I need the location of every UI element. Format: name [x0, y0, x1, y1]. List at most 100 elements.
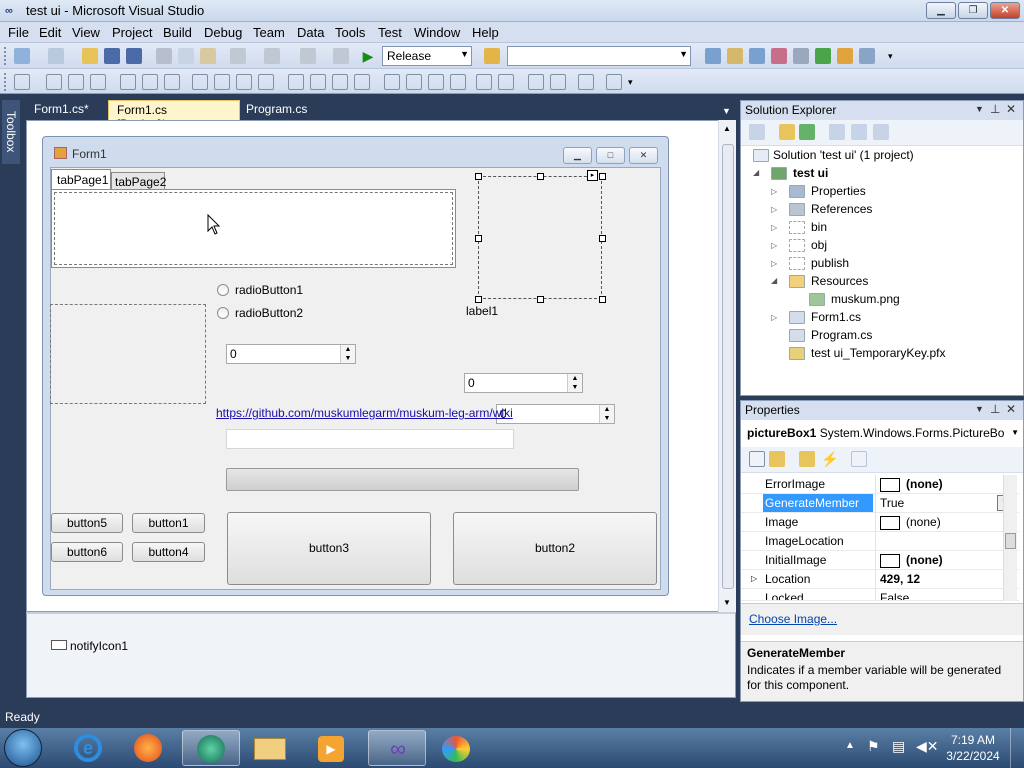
collapsed-arrow-icon[interactable]: ▷ [771, 223, 777, 232]
notify-icon-component[interactable]: notifyIcon1 [70, 639, 128, 653]
toolbar-overflow-icon[interactable]: ▾ [888, 48, 896, 64]
media-center-icon[interactable] [182, 730, 240, 766]
save-icon[interactable] [104, 48, 120, 64]
link-label[interactable]: https://github.com/muskumlegarm/muskum-l… [216, 406, 513, 420]
toolbar-grip[interactable] [4, 47, 7, 65]
button-2[interactable]: button2 [453, 512, 657, 585]
make-same-width-icon[interactable] [192, 74, 208, 90]
make-same-size-icon[interactable] [236, 74, 252, 90]
increase-horizontal-spacing-icon[interactable] [310, 74, 326, 90]
new-project-icon[interactable] [14, 48, 30, 64]
panel-dropdown-icon[interactable]: ▼ [975, 104, 984, 114]
undo-icon[interactable] [230, 48, 246, 64]
show-desktop-button[interactable] [1010, 728, 1024, 768]
align-rights-icon[interactable] [90, 74, 106, 90]
center-vertically-icon[interactable] [498, 74, 514, 90]
expanded-arrow-icon[interactable]: ◢ [753, 168, 759, 177]
command-window-icon[interactable] [859, 48, 875, 64]
show-hidden-icons-icon[interactable]: ▲ [845, 740, 855, 751]
tab-page-1[interactable]: tabPage1 [51, 169, 111, 190]
resize-handle[interactable] [537, 296, 544, 303]
align-middles-icon[interactable] [142, 74, 158, 90]
prop-row[interactable]: ErrorImage (none) [741, 475, 1019, 494]
radio-button-1[interactable] [217, 284, 229, 296]
tools-icon[interactable] [793, 48, 809, 64]
picture-box-1[interactable] [478, 176, 602, 299]
button-5[interactable]: button5 [51, 513, 123, 533]
properties-scrollbar[interactable] [1003, 475, 1017, 601]
decrease-vertical-spacing-icon[interactable] [428, 74, 444, 90]
tab-page-2[interactable]: tabPage2 [111, 172, 166, 190]
button-1[interactable]: button1 [132, 513, 205, 533]
text-box[interactable] [226, 429, 514, 449]
menu-help[interactable]: Help [472, 25, 499, 40]
spinner-arrows-icon[interactable]: ▲ ▼ [340, 345, 355, 363]
add-item-icon[interactable] [48, 48, 64, 64]
menu-team[interactable]: Team [253, 25, 285, 40]
firefox-icon[interactable] [120, 730, 178, 766]
view-designer-icon[interactable] [851, 124, 867, 140]
navigate-forward-icon[interactable] [333, 48, 349, 64]
menu-build[interactable]: Build [163, 25, 192, 40]
scroll-thumb[interactable] [722, 144, 734, 589]
form-minimize-button[interactable]: ▁ [563, 147, 592, 164]
maximize-button[interactable]: ❐ [958, 2, 988, 19]
remove-vertical-spacing-icon[interactable] [450, 74, 466, 90]
numeric-updown-1[interactable]: 0 ▲ ▼ [226, 344, 356, 364]
collapsed-arrow-icon[interactable]: ▷ [771, 241, 777, 250]
cut-icon[interactable] [156, 48, 172, 64]
find-in-files-icon[interactable] [484, 48, 500, 64]
property-pages-icon[interactable] [851, 451, 867, 467]
copy-icon[interactable] [178, 48, 194, 64]
volume-muted-icon[interactable]: ◀✕ [916, 738, 939, 755]
visual-studio-taskbar-icon[interactable]: ∞ [368, 730, 426, 766]
button-6[interactable]: button6 [51, 542, 123, 562]
internet-explorer-icon[interactable]: e [60, 730, 118, 766]
resize-handle[interactable] [475, 296, 482, 303]
tab-form1-design[interactable]: Form1.cs [Design]*✕ [108, 100, 240, 131]
open-folder-icon[interactable] [82, 48, 98, 64]
panel-close-icon[interactable]: ✕ [1006, 102, 1016, 116]
action-center-flag-icon[interactable]: ⚑ [867, 738, 880, 755]
panel-dropdown-icon[interactable]: ▼ [975, 404, 984, 414]
clock[interactable]: 7:19 AM 3/22/2024 [945, 732, 1001, 764]
scroll-thumb[interactable] [1005, 533, 1016, 549]
properties-window-icon[interactable] [727, 48, 743, 64]
tab-order-icon[interactable] [578, 74, 594, 90]
prop-row[interactable]: ImageLocation [741, 532, 1019, 551]
prop-row[interactable]: Image (none) [741, 513, 1019, 532]
expanded-arrow-icon[interactable]: ◢ [771, 276, 777, 285]
properties-view-icon[interactable] [799, 451, 815, 467]
pin-icon[interactable]: ⊥ [990, 102, 1000, 116]
remove-horizontal-spacing-icon[interactable] [354, 74, 370, 90]
vertical-spacing-equal-icon[interactable] [384, 74, 400, 90]
paste-icon[interactable] [200, 48, 216, 64]
panel-close-icon[interactable]: ✕ [1006, 402, 1016, 416]
smart-tag-icon[interactable]: ▸ [587, 170, 598, 181]
start-button[interactable] [4, 729, 42, 767]
horizontal-spacing-equal-icon[interactable] [288, 74, 304, 90]
view-code-icon[interactable] [829, 124, 845, 140]
resize-handle[interactable] [599, 173, 606, 180]
toolbar-overflow-icon[interactable]: ▾ [628, 74, 636, 90]
spinner-arrows-icon[interactable]: ▲ ▼ [567, 374, 582, 392]
form-close-button[interactable]: ✕ [629, 147, 658, 164]
toolbox-tab[interactable]: Toolbox [2, 100, 20, 164]
minimize-button[interactable]: ▁ [926, 2, 956, 19]
prop-row[interactable]: InitialImage (none) [741, 551, 1019, 570]
send-to-back-icon[interactable] [550, 74, 566, 90]
resize-handle[interactable] [475, 235, 482, 242]
scroll-up-icon[interactable]: ▲ [723, 124, 731, 133]
start-debugging-icon[interactable]: ▶ [360, 48, 376, 64]
scroll-down-icon[interactable]: ▼ [723, 598, 731, 607]
pin-icon[interactable]: ⊥ [990, 402, 1000, 416]
menu-tools[interactable]: Tools [335, 25, 365, 40]
button-4[interactable]: button4 [132, 542, 205, 562]
properties-icon[interactable] [749, 124, 765, 140]
lock-controls-icon[interactable] [606, 74, 622, 90]
menu-test[interactable]: Test [378, 25, 402, 40]
resize-handle[interactable] [599, 296, 606, 303]
object-selector[interactable]: pictureBox1 System.Windows.Forms.Picture… [741, 422, 1023, 446]
collapsed-arrow-icon[interactable]: ▷ [771, 313, 777, 322]
extension-manager-icon[interactable] [837, 48, 853, 64]
